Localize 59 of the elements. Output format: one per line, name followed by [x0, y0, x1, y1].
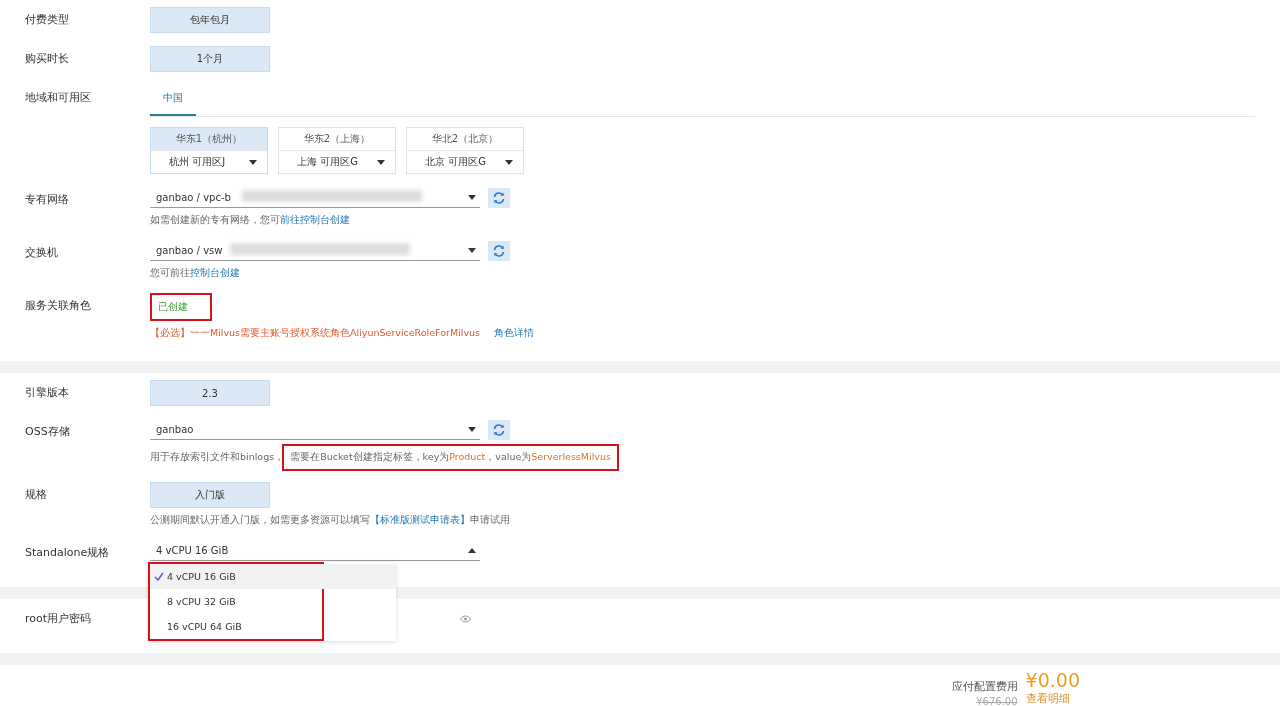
- link[interactable]: 前往控制台创建: [280, 214, 350, 225]
- hint-text: 您可前往控制台创建: [150, 267, 240, 280]
- caret-icon: [377, 159, 385, 165]
- link[interactable]: 控制台创建: [190, 267, 240, 278]
- refresh-icon: [492, 190, 506, 205]
- zone-card[interactable]: 华东1（杭州） 杭州 可用区J: [150, 127, 268, 174]
- field-label: 规格: [24, 487, 48, 503]
- status-text: 已创建: [150, 293, 212, 321]
- field-label: root用户密码: [24, 611, 93, 627]
- field-label: 服务关联角色: [24, 298, 92, 314]
- caret-icon: [468, 247, 476, 253]
- original-price: ¥676.00: [976, 696, 1018, 706]
- eye-icon[interactable]: [460, 615, 471, 623]
- hint-text: 用于存放索引文件和binlogs，: [150, 451, 285, 464]
- field-label: 购买时长: [24, 51, 70, 67]
- zone-select-value: 上海 可用区G: [297, 155, 358, 169]
- dropdown-option[interactable]: 8 vCPU 32 GiB: [150, 589, 396, 614]
- caret-icon: [505, 159, 513, 165]
- refresh-icon: [492, 422, 506, 437]
- zone-card[interactable]: 华北2（北京） 北京 可用区G: [406, 127, 524, 174]
- price: ¥0.00: [1025, 669, 1080, 691]
- dropdown-option[interactable]: 16 vCPU 64 GiB: [150, 614, 396, 639]
- dropdown-option[interactable]: 4 vCPU 16 GiB: [150, 564, 396, 589]
- option-button[interactable]: 入门版: [150, 482, 270, 508]
- option-button[interactable]: 1个月: [150, 46, 270, 72]
- field-label: 交换机: [24, 245, 59, 261]
- refresh-button[interactable]: [488, 419, 510, 440]
- caret-icon: [468, 426, 476, 432]
- fee-label: 应付配置费用: [951, 679, 1018, 694]
- hint-text: 【必选】一一Milvus需要主账号授权系统角色AliyunServiceRoleForMilvus 角色详情: [150, 327, 534, 340]
- field-label: 付费类型: [24, 12, 70, 28]
- hint-text: 如需创建新的专有网络，您可前往控制台创建: [150, 214, 350, 227]
- option-button[interactable]: 2.3: [150, 380, 270, 406]
- field-label: OSS存储: [24, 424, 71, 440]
- field-label: 专有网络: [24, 192, 70, 208]
- field-label: Standalone规格: [24, 545, 111, 561]
- check-icon: [154, 572, 164, 581]
- refresh-button[interactable]: [488, 240, 510, 261]
- link[interactable]: 【标准版测试申请表】: [370, 514, 470, 525]
- zone-select-value: 北京 可用区G: [425, 155, 486, 169]
- refresh-icon: [492, 243, 506, 258]
- caret-icon: [468, 547, 476, 553]
- option-button[interactable]: 包年包月: [150, 7, 270, 33]
- highlighted-hint-text: 需要在Bucket创建指定标签，key为 Product，value为 ServerlessMilvus: [284, 446, 617, 469]
- field-label: 地域和可用区: [24, 90, 92, 106]
- refresh-button[interactable]: [488, 187, 510, 208]
- zone-select-value: 杭州 可用区J: [169, 155, 226, 169]
- hint-text: 公测期间默认开通入门版，如需更多资源可以填写【标准版测试申请表】申请试用: [150, 514, 510, 527]
- caret-icon: [249, 159, 257, 165]
- field-label: 引擎版本: [24, 385, 70, 401]
- region-tab[interactable]: 中国: [150, 85, 196, 116]
- zone-card[interactable]: 华东2（上海） 上海 可用区G: [278, 127, 396, 174]
- select-field[interactable]: ganbao: [150, 419, 480, 440]
- region-name: 华东1（杭州）: [151, 128, 267, 150]
- caret-icon: [468, 194, 476, 200]
- select-field[interactable]: 4 vCPU 16 GiB: [150, 540, 480, 561]
- link[interactable]: 角色详情: [494, 327, 534, 338]
- region-name: 华东2（上海）: [302, 132, 372, 146]
- region-name: 华北2（北京）: [430, 132, 500, 146]
